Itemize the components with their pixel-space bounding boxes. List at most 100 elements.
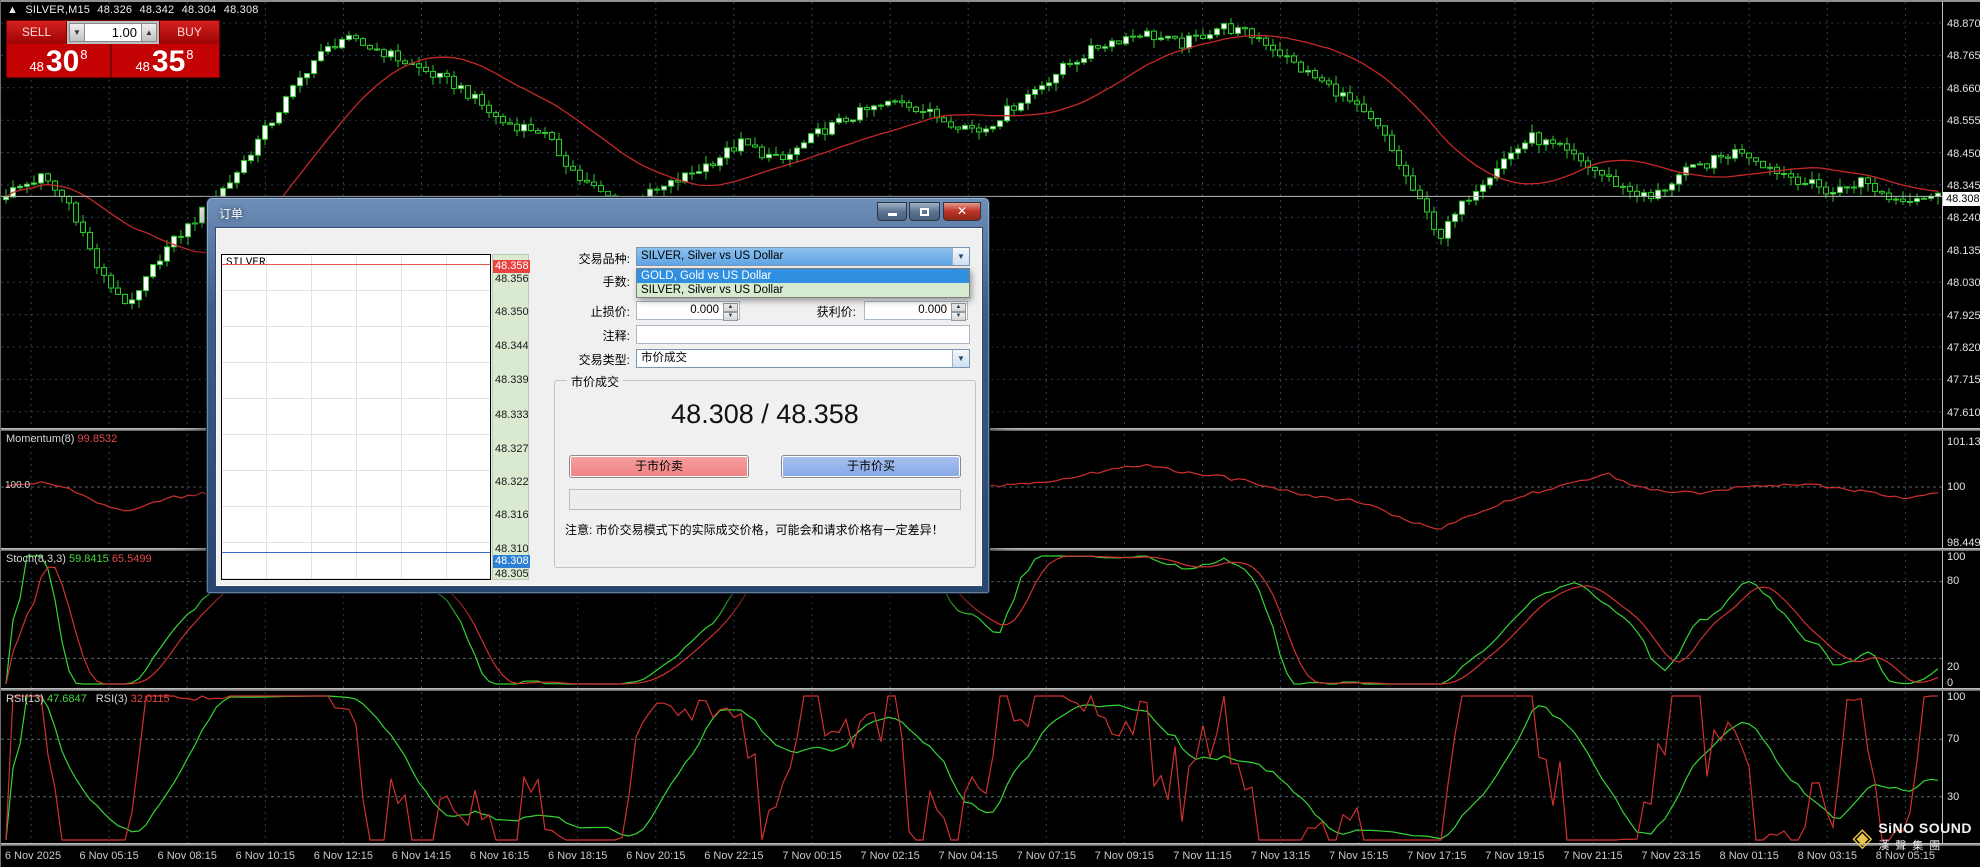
order-type-combobox[interactable]: 市价成交 ▼ [636, 349, 970, 368]
sell-price-sup: 8 [80, 47, 88, 62]
ask-price-line [222, 264, 490, 265]
buy-price-big: 35 [151, 45, 186, 78]
time-axis-label: 7 Nov 23:15 [1641, 850, 1701, 862]
momentum-axis-label: 100 [1947, 481, 1966, 493]
time-axis[interactable]: 6 Nov 2025 6 Nov 05:15 6 Nov 08:15 6 Nov 10… [1, 846, 1980, 867]
price-axis-label: 48.660 [1947, 82, 1980, 95]
tick-chart-symbol: SILVER [226, 257, 266, 269]
close-button[interactable]: ✕ [943, 202, 981, 221]
minimize-button[interactable] [877, 202, 907, 221]
time-axis-label: 7 Nov 21:15 [1563, 850, 1623, 862]
restore-button[interactable] [909, 202, 940, 221]
window-top-edge [1, 0, 1980, 2]
terminal-window: ▲ SILVER,M15 48.326 48.342 48.304 48.308… [0, 0, 1980, 867]
price-axis-label: 47.925 [1947, 309, 1980, 322]
chart-symbol-timeframe: SILVER,M15 [25, 4, 91, 16]
time-axis-label: 7 Nov 09:15 [1094, 850, 1155, 862]
volume-increase-button[interactable]: ▲ [141, 23, 157, 42]
tick-scale-price: 48.316 [495, 509, 529, 521]
expand-arrow-icon[interactable]: ▲ [7, 4, 18, 16]
rsi-axis-label: 70 [1947, 733, 1960, 745]
stoch-name: Stoch(8,3,3) [6, 553, 66, 565]
time-axis-label: 6 Nov 20:15 [626, 850, 686, 862]
stoch-axis-label: 20 [1947, 661, 1960, 673]
momentum-value: 99.8532 [77, 433, 118, 445]
tick-scale-price-bid: 48.308 [493, 555, 530, 568]
stoch-axis-label: 100 [1947, 551, 1966, 563]
price-axis-label: 48.765 [1947, 50, 1980, 63]
price-axis-label: 47.820 [1947, 342, 1980, 354]
tick-scale-price: 48.327 [495, 443, 529, 455]
market-execution-group: 市价成交 48.308 / 48.358 于市价卖 于市价买 注意: 市价交易模… [554, 373, 976, 568]
time-axis-label: 6 Nov 14:15 [391, 850, 452, 862]
time-axis-label: 6 Nov 05:15 [79, 850, 139, 862]
volume-decrease-button[interactable]: ▼ [69, 23, 85, 42]
time-axis-label: 6 Nov 10:15 [235, 850, 295, 862]
time-axis-label: 7 Nov 19:15 [1485, 850, 1545, 862]
symbol-combobox[interactable]: SILVER, Silver vs US Dollar ▼ [636, 247, 970, 266]
price-axis-label: 48.135 [1947, 244, 1980, 257]
rsi3-name: RSI(3) [95, 693, 128, 705]
chevron-down-icon[interactable]: ▼ [952, 350, 969, 367]
sell-price-prefix: 48 [29, 59, 44, 74]
sell-by-market-button[interactable]: 于市价卖 [569, 455, 749, 478]
symbol-label: 交易品种: [578, 252, 630, 266]
rsi-panel-title: RSI(13) 47.6847 RSI(3) 32.0115 [6, 693, 170, 705]
spin-up-icon[interactable]: ▲ [951, 303, 966, 312]
time-axis-label: 7 Nov 04:15 [938, 850, 998, 862]
market-execution-group-label: 市价成交 [567, 373, 624, 390]
ohlc-open: 48.326 [97, 4, 133, 16]
price-axis-label: 48.240 [1947, 212, 1980, 225]
time-axis-label: 7 Nov 02:15 [860, 850, 920, 862]
bid-ask-price: 48.308 / 48.358 [671, 399, 859, 429]
spin-down-icon[interactable]: ▼ [951, 312, 966, 321]
price-axis[interactable]: 48.308 48.870 48.765 48.660 48.555 48.450 48.… [1942, 2, 1980, 845]
time-axis-label: 7 Nov 07:15 [1016, 850, 1076, 862]
momentum-name: Momentum(8) [6, 433, 75, 445]
rsi-axis-label: 100 [1947, 691, 1966, 703]
time-axis-label: 6 Nov 12:15 [313, 850, 374, 862]
momentum-level-label: 100.0 [5, 480, 31, 491]
buy-by-market-button[interactable]: 于市价买 [781, 455, 961, 478]
result-bar [569, 489, 961, 510]
broker-logo: ◈ SiNO SOUND 漢聲集團 [1852, 820, 1972, 853]
logo-name: SiNO SOUND [1878, 820, 1972, 836]
logo-cjk: 漢聲集團 [1878, 840, 1947, 852]
time-axis-label: 6 Nov 2025 [4, 850, 62, 862]
chevron-down-icon[interactable]: ▼ [952, 248, 969, 265]
dialog-client-area: SILVER 48.358 48.356 48.350 48.344 48.339 48.… [215, 227, 983, 587]
price-axis-label: 48.030 [1947, 277, 1980, 290]
ohlc-high: 48.342 [139, 4, 175, 16]
price-axis-label: 48.345 [1947, 180, 1980, 192]
time-axis-label: 8 Nov 01:15 [1719, 850, 1779, 862]
one-click-trading-panel: SELL ▼ 1.00 ▲ BUY 48 30 8 48 35 8 [6, 20, 220, 78]
market-warning-text: 注意: 市价交易模式下的实际成交价格，可能会和请求价格有一定差异！ [565, 523, 944, 537]
volume-input[interactable]: 1.00 [85, 23, 141, 42]
order-type-value: 市价成交 [641, 352, 687, 364]
time-axis-label: 7 Nov 15:15 [1329, 850, 1389, 862]
takeprofit-input[interactable]: 0.000 ▲ ▼ [864, 301, 968, 321]
rsi13-value: 47.6847 [46, 693, 87, 705]
price-axis-label: 48.450 [1947, 147, 1980, 160]
momentum-panel-title: Momentum(8) 99.8532 [6, 433, 117, 445]
minimize-icon [887, 213, 897, 216]
time-axis-label: 7 Nov 11:15 [1173, 850, 1232, 862]
symbol-dropdown-item[interactable]: SILVER, Silver vs US Dollar [637, 283, 969, 297]
ohlc-close: 48.308 [223, 4, 259, 16]
rsi13-name: RSI(13) [6, 693, 44, 705]
stoch-axis-label: 80 [1947, 575, 1960, 587]
time-axis-label: 6 Nov 16:15 [469, 850, 530, 862]
comment-input[interactable] [636, 325, 970, 344]
tick-scale-price: 48.339 [495, 374, 529, 386]
buy-price-display[interactable]: 48 35 8 [112, 44, 217, 78]
comment-label: 注释: [602, 329, 630, 343]
panel-separator[interactable] [1, 688, 1980, 691]
symbol-dropdown-item[interactable]: GOLD, Gold vs US Dollar [637, 269, 969, 283]
stoch-signal-value: 65.5499 [111, 553, 152, 565]
close-icon: ✕ [956, 204, 968, 218]
sell-price-display[interactable]: 48 30 8 [7, 44, 112, 78]
sell-button[interactable]: SELL [7, 21, 67, 44]
price-axis-label: 47.715 [1947, 374, 1980, 387]
buy-button[interactable]: BUY [159, 21, 219, 44]
time-axis-label: 7 Nov 00:15 [782, 850, 842, 862]
